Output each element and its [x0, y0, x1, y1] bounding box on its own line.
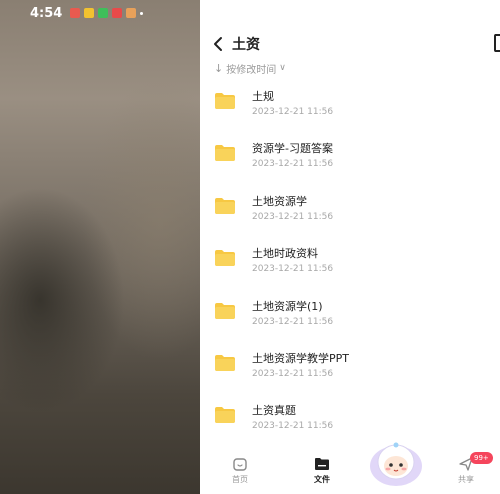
folder-modified: 2023-12-21 11:56	[252, 107, 334, 117]
folder-name: 土地资源学教学PPT	[252, 351, 349, 365]
status-time: 4:54	[30, 5, 63, 21]
folder-name: 土地时政资料	[252, 247, 318, 261]
folder-modified: 2023-12-21 11:56	[252, 211, 334, 222]
notes-app-icon	[84, 8, 95, 18]
list-item[interactable]: 土规 2023-12-21 11:56	[200, 84, 500, 136]
app-notification-icon-2	[126, 8, 137, 18]
folder-name: 土地资源学	[252, 194, 307, 208]
folder-icon	[215, 354, 235, 371]
share-badge: 99+	[470, 452, 493, 464]
page-title: 土资	[232, 37, 260, 53]
folder-name: 资源学-习题答案	[252, 142, 333, 156]
folder-name: 土地资源学(1)	[252, 299, 323, 313]
list-item[interactable]: 资源学-习题答案 2023-12-21 11:56	[200, 136, 500, 188]
folder-filled-icon	[315, 458, 329, 470]
chevron-left-icon[interactable]	[212, 36, 226, 52]
sort-control[interactable]: ↓ 按修改时间 ∨	[214, 60, 286, 76]
sort-label: 按修改时间	[226, 64, 277, 76]
chevron-down-icon: ∨	[279, 63, 286, 73]
folder-icon	[215, 93, 235, 109]
wechat-icon	[98, 8, 109, 18]
app-notification-icon	[112, 8, 123, 18]
list-item[interactable]: 土地资源学教学PPT 2023-12-21 11:56	[200, 346, 500, 398]
folder-modified: 2023-12-21 11:56	[252, 316, 334, 327]
folder-modified: 2023-12-21 11:56	[252, 421, 334, 432]
folder-modified: 2023-12-21 11:56	[252, 159, 334, 170]
folder-modified: 2023-12-21 11:56	[252, 368, 334, 379]
folder-icon	[215, 407, 235, 424]
folder-name: 土规	[252, 90, 274, 103]
folder-icon	[215, 145, 235, 162]
list-item[interactable]: 土地资源学 2023-12-21 11:56	[200, 189, 500, 241]
status-bar: 4:54	[0, 0, 200, 26]
header: 土资	[200, 30, 500, 58]
file-browser: 土资 ↓ 按修改时间 ∨ 土规 2023-12-21 11:56 资源学-习题答…	[200, 0, 500, 494]
tab-home-label: 首页	[232, 475, 248, 484]
notification-icon	[70, 8, 81, 18]
more-notifications-icon	[140, 11, 144, 15]
blurred-background-app: 4:54	[0, 0, 200, 494]
tab-home[interactable]: 首页	[220, 456, 260, 485]
folder-icon	[215, 302, 235, 319]
folder-name: 土资真题	[252, 404, 296, 418]
tab-share-label: 共享	[458, 475, 474, 484]
folder-list: 土规 2023-12-21 11:56 资源学-习题答案 2023-12-21 …	[200, 84, 500, 451]
sort-arrow-down-icon: ↓	[214, 61, 224, 75]
list-item[interactable]: 土地时政资料 2023-12-21 11:56	[200, 241, 500, 293]
tab-files[interactable]: 文件	[302, 456, 342, 485]
list-item[interactable]: 土地资源学(1) 2023-12-21 11:56	[200, 294, 500, 346]
tab-files-label: 文件	[314, 475, 330, 484]
list-item[interactable]: 土资真题 2023-12-21 11:56	[200, 398, 500, 450]
folder-icon	[215, 197, 235, 214]
select-icon[interactable]	[494, 34, 500, 52]
assistant-mascot-icon[interactable]	[368, 436, 424, 492]
folder-icon	[215, 250, 235, 267]
folder-modified: 2023-12-21 11:56	[252, 264, 334, 275]
bottom-tab-bar: 首页 文件 共享	[200, 450, 500, 494]
home-icon	[233, 458, 247, 471]
